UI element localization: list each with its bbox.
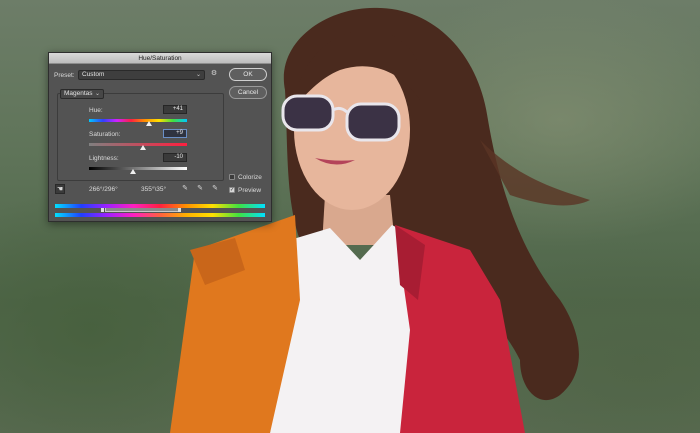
channel-select[interactable]: Magentas ⌄ xyxy=(60,89,104,99)
preset-select[interactable]: Custom ⌄ xyxy=(78,70,205,80)
lightness-label: Lightness: xyxy=(89,155,119,162)
color-range-selector[interactable] xyxy=(105,208,179,212)
hue-slider-track[interactable] xyxy=(89,119,187,122)
gear-icon[interactable]: ⚙ xyxy=(209,69,219,79)
saturation-label: Saturation: xyxy=(89,131,121,138)
targeted-adjustment-icon[interactable]: ☚ xyxy=(55,184,65,194)
hue-label: Hue: xyxy=(89,107,103,114)
chevron-down-icon: ⌄ xyxy=(94,91,100,97)
cancel-button[interactable]: Cancel xyxy=(229,86,267,99)
range-handle-right[interactable] xyxy=(178,208,181,212)
channel-value: Magentas xyxy=(64,90,93,97)
adjusted-color-bar xyxy=(55,213,265,217)
saturation-slider-track[interactable] xyxy=(89,143,187,146)
colorize-label: Colorize xyxy=(238,174,262,181)
range-handle-left[interactable] xyxy=(101,208,104,212)
preset-label: Preset: xyxy=(54,72,75,79)
dialog-title[interactable]: Hue/Saturation xyxy=(49,53,271,64)
range-right-readout: 355°\35° xyxy=(141,186,167,193)
eyedropper-minus-icon[interactable]: ✎ xyxy=(210,184,220,194)
lightness-slider-thumb[interactable] xyxy=(130,169,137,174)
hue-saturation-dialog: Hue/Saturation Preset: Custom ⌄ ⚙ OK Can… xyxy=(48,52,272,222)
saturation-field[interactable]: +9 xyxy=(163,129,187,138)
hue-field[interactable]: +41 xyxy=(163,105,187,114)
ok-button[interactable]: OK xyxy=(229,68,267,81)
preset-value: Custom xyxy=(82,71,105,78)
range-left-readout: 266°/296° xyxy=(89,186,118,193)
saturation-slider-thumb[interactable] xyxy=(139,145,146,150)
lightness-field[interactable]: -10 xyxy=(163,153,187,162)
eyedropper-icon[interactable]: ✎ xyxy=(180,184,190,194)
colorize-checkbox[interactable] xyxy=(229,174,235,180)
lightness-slider-track[interactable] xyxy=(89,167,187,170)
hue-slider-thumb[interactable] xyxy=(145,121,152,126)
preview-checkbox[interactable]: ✓ xyxy=(229,187,235,193)
preview-label: Preview xyxy=(238,187,262,194)
eyedropper-plus-icon[interactable]: ✎ xyxy=(195,184,205,194)
chevron-down-icon: ⌄ xyxy=(195,72,201,78)
